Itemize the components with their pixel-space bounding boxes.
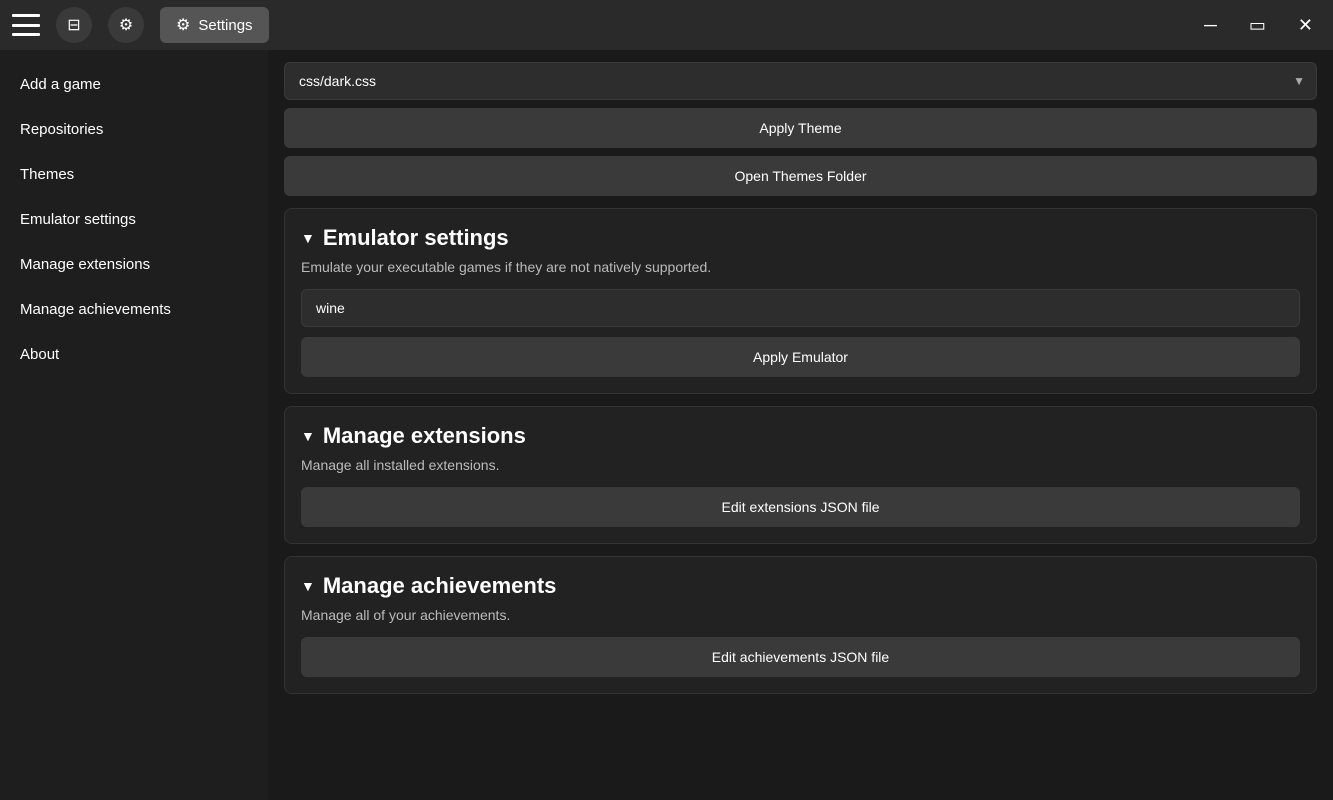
achievements-chevron-icon: ▼ xyxy=(301,578,315,594)
apply-emulator-button[interactable]: Apply Emulator xyxy=(301,337,1300,377)
achievements-description: Manage all of your achievements. xyxy=(301,607,1300,623)
maximize-button[interactable]: ▭ xyxy=(1241,11,1274,40)
edit-extensions-json-button[interactable]: Edit extensions JSON file xyxy=(301,487,1300,527)
theme-top-area: css/dark.css css/light.css css/default.c… xyxy=(268,50,1333,196)
sidebar-label-repositories: Repositories xyxy=(20,121,103,138)
edit-achievements-json-button[interactable]: Edit achievements JSON file xyxy=(301,637,1300,677)
sidebar-item-emulator-settings[interactable]: Emulator settings xyxy=(0,197,268,242)
main-layout: Add a game Repositories Themes Emulator … xyxy=(0,50,1333,800)
apply-theme-button[interactable]: Apply Theme xyxy=(284,108,1317,148)
sidebar-label-about: About xyxy=(20,346,59,363)
sidebar-label-add-a-game: Add a game xyxy=(20,76,101,93)
content-area: css/dark.css css/light.css css/default.c… xyxy=(268,50,1333,800)
emulator-input[interactable] xyxy=(301,289,1300,327)
emulator-settings-description: Emulate your executable games if they ar… xyxy=(301,259,1300,275)
settings-tab-label: Settings xyxy=(198,17,252,34)
sidebar-item-repositories[interactable]: Repositories xyxy=(0,107,268,152)
home-button[interactable]: ⊟ xyxy=(56,7,92,43)
emulator-settings-section: ▼ Emulator settings Emulate your executa… xyxy=(284,208,1317,394)
gear-icon: ⚙ xyxy=(119,15,133,35)
manage-achievements-section: ▼ Manage achievements Manage all of your… xyxy=(284,556,1317,694)
extensions-title: Manage extensions xyxy=(323,423,526,449)
sidebar-item-about[interactable]: About xyxy=(0,332,268,377)
sidebar-label-manage-extensions: Manage extensions xyxy=(20,256,150,273)
sidebar-item-themes[interactable]: Themes xyxy=(0,152,268,197)
achievements-title: Manage achievements xyxy=(323,573,557,599)
home-icon: ⊟ xyxy=(67,15,80,35)
sidebar: Add a game Repositories Themes Emulator … xyxy=(0,50,268,800)
extensions-chevron-icon: ▼ xyxy=(301,428,315,444)
sidebar-item-manage-extensions[interactable]: Manage extensions xyxy=(0,242,268,287)
titlebar: ⊟ ⚙ ⚙ Settings ─ ▭ ✕ xyxy=(0,0,1333,50)
manage-extensions-section: ▼ Manage extensions Manage all installed… xyxy=(284,406,1317,544)
sidebar-item-manage-achievements[interactable]: Manage achievements xyxy=(0,287,268,332)
achievements-header: ▼ Manage achievements xyxy=(301,573,1300,599)
emulator-settings-header: ▼ Emulator settings xyxy=(301,225,1300,251)
theme-select-wrapper: css/dark.css css/light.css css/default.c… xyxy=(284,62,1317,100)
open-themes-folder-button[interactable]: Open Themes Folder xyxy=(284,156,1317,196)
emulator-chevron-icon: ▼ xyxy=(301,230,315,246)
titlebar-left: ⊟ ⚙ ⚙ Settings xyxy=(12,7,269,43)
extensions-header: ▼ Manage extensions xyxy=(301,423,1300,449)
sidebar-label-manage-achievements: Manage achievements xyxy=(20,301,171,318)
settings-gear-icon: ⚙ xyxy=(176,15,190,35)
sidebar-label-themes: Themes xyxy=(20,166,74,183)
emulator-settings-title: Emulator settings xyxy=(323,225,509,251)
sidebar-label-emulator-settings: Emulator settings xyxy=(20,211,136,228)
extensions-description: Manage all installed extensions. xyxy=(301,457,1300,473)
theme-select[interactable]: css/dark.css css/light.css css/default.c… xyxy=(284,62,1317,100)
window-controls: ─ ▭ ✕ xyxy=(1196,11,1321,40)
gear-button[interactable]: ⚙ xyxy=(108,7,144,43)
minimize-button[interactable]: ─ xyxy=(1196,11,1225,40)
hamburger-menu-icon[interactable] xyxy=(12,14,40,36)
close-button[interactable]: ✕ xyxy=(1290,11,1321,40)
sidebar-item-add-a-game[interactable]: Add a game xyxy=(0,62,268,107)
settings-tab[interactable]: ⚙ Settings xyxy=(160,7,269,43)
